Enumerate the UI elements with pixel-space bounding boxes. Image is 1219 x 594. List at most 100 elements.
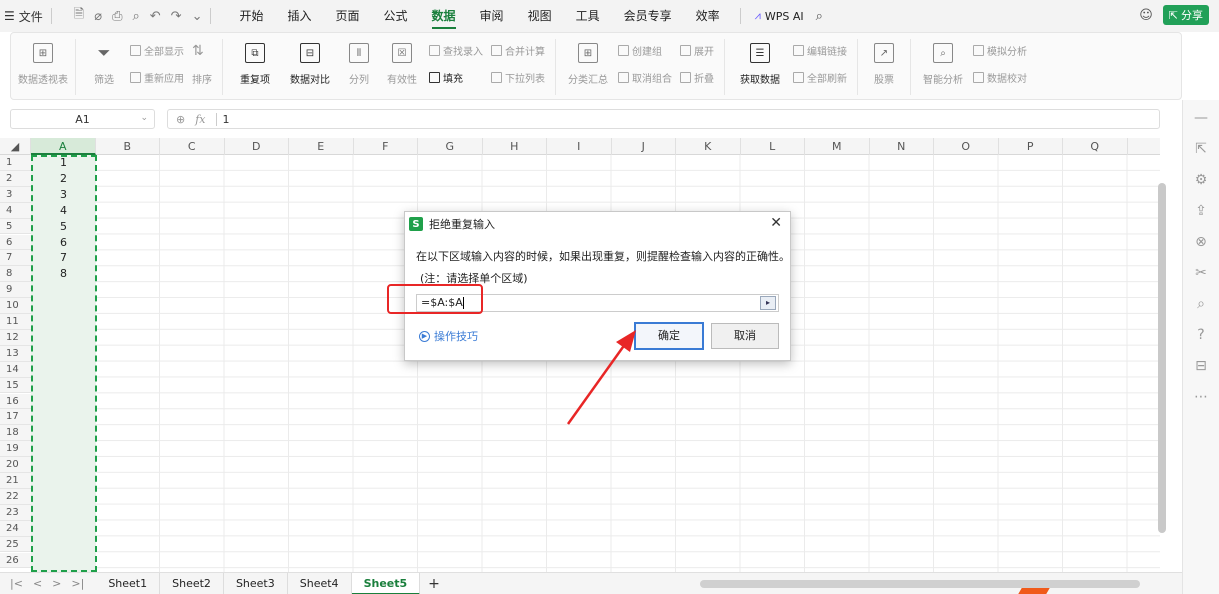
cell-a2[interactable]: 2 (31, 171, 96, 187)
stocks-button[interactable]: ↗ 股票 (864, 39, 904, 86)
close-icon[interactable]: ✕ (770, 215, 782, 231)
column-header-f[interactable]: F (354, 138, 418, 155)
tips-link[interactable]: ▶ 操作技巧 (419, 328, 478, 344)
column-header-a[interactable]: A (31, 138, 96, 155)
column-header-g[interactable]: G (418, 138, 483, 155)
range-input[interactable]: =$A:$A ▸ (416, 294, 779, 312)
row-header-23[interactable]: 23 (0, 504, 31, 521)
last-sheet-icon[interactable]: >| (71, 577, 84, 590)
zoom-icon[interactable]: ⊕ (176, 113, 185, 126)
settings-sliders-icon[interactable]: ⚙ (1195, 172, 1208, 188)
vertical-scrollbar[interactable] (1156, 155, 1168, 572)
row-header-18[interactable]: 18 (0, 425, 31, 442)
column-header-p[interactable]: P (999, 138, 1063, 155)
tab-efficiency[interactable]: 效率 (684, 0, 732, 32)
print-preview-icon[interactable]: ⌕ (132, 9, 139, 24)
expand-button[interactable]: 展开 (680, 43, 714, 58)
create-group-button[interactable]: 创建组 (618, 43, 672, 58)
next-sheet-icon[interactable]: > (52, 577, 61, 590)
print-icon[interactable]: ⎙ (112, 9, 122, 24)
cell-a5[interactable]: 5 (31, 219, 96, 235)
tab-home[interactable]: 开始 (227, 0, 275, 32)
column-header-j[interactable]: J (612, 138, 676, 155)
column-header-n[interactable]: N (870, 138, 934, 155)
cell-a8[interactable]: 8 (31, 266, 96, 282)
chevron-down-icon[interactable]: ⌄ (140, 113, 148, 123)
file-menu[interactable]: ☰ 文件 (0, 8, 43, 25)
get-data-button[interactable]: ☰ 获取数据 (731, 39, 789, 86)
cell-a4[interactable]: 4 (31, 203, 96, 219)
chevron-down-icon[interactable]: ⌄ (192, 9, 203, 24)
prev-sheet-icon[interactable]: < (33, 577, 42, 590)
search-panel-icon[interactable]: ⌕ (1197, 296, 1205, 312)
redo-icon[interactable]: ↷ (171, 9, 182, 24)
book-icon[interactable]: ⊟ (1195, 358, 1207, 374)
row-header-3[interactable]: 3 (0, 186, 31, 203)
row-header-7[interactable]: 7 (0, 250, 31, 267)
row-header-20[interactable]: 20 (0, 457, 31, 473)
row-header-8[interactable]: 8 (0, 266, 31, 283)
sort-icon[interactable]: ⇅ (192, 43, 212, 59)
row-header-9[interactable]: 9 (0, 282, 31, 299)
merge-calc-button[interactable]: 合并计算 (491, 43, 545, 58)
row-header-12[interactable]: 12 (0, 329, 31, 346)
validity-button[interactable]: ☒ 有效性 (379, 39, 425, 86)
dropdown-list-button[interactable]: 下拉列表 (491, 70, 545, 85)
sheet-tab-sheet1[interactable]: Sheet1 (96, 572, 161, 594)
range-picker-icon[interactable]: ▸ (760, 296, 776, 310)
ungroup-button[interactable]: 取消组合 (618, 70, 672, 85)
cell-a3[interactable]: 3 (31, 187, 96, 203)
cell-a1[interactable]: 1 (31, 155, 96, 171)
select-all-corner[interactable]: ◢ (0, 138, 31, 155)
row-header-10[interactable]: 10 (0, 298, 31, 314)
smart-analysis-button[interactable]: ⌕ 智能分析 (917, 39, 969, 86)
tools-icon[interactable]: ✂ (1195, 265, 1207, 281)
attachment-icon[interactable]: ⌀ (94, 9, 102, 24)
row-header-25[interactable]: 25 (0, 536, 31, 553)
edit-links-button[interactable]: 编辑链接 (793, 43, 847, 58)
sheet-tab-sheet4[interactable]: Sheet4 (288, 572, 352, 594)
column-header-q[interactable]: Q (1063, 138, 1128, 155)
filter-button[interactable]: ⏷ 筛选 (82, 39, 126, 86)
fill-button[interactable]: 填充 (429, 70, 483, 85)
share-button[interactable]: ⇱ 分享 (1162, 5, 1209, 25)
tab-tools[interactable]: 工具 (564, 0, 612, 32)
row-header-17[interactable]: 17 (0, 409, 31, 426)
collapse-button[interactable]: 折叠 (680, 70, 714, 85)
vertical-scroll-thumb[interactable] (1158, 183, 1166, 533)
horizontal-scroll-thumb[interactable] (700, 580, 1140, 588)
help-icon[interactable]: ? (1197, 327, 1204, 343)
row-header-16[interactable]: 16 (0, 393, 31, 410)
column-header-d[interactable]: D (225, 138, 289, 155)
cell-a7[interactable]: 7 (31, 250, 96, 266)
cursor-icon[interactable]: ⇱ (1195, 141, 1207, 157)
column-header-m[interactable]: M (805, 138, 870, 155)
add-sheet-icon[interactable]: + (428, 576, 440, 592)
data-check-button[interactable]: 数据校对 (973, 70, 1027, 85)
column-header-k[interactable]: K (676, 138, 741, 155)
undo-icon[interactable]: ↶ (150, 9, 161, 24)
split-column-button[interactable]: ⫴ 分列 (339, 39, 379, 86)
fx-icon[interactable]: fx (195, 113, 205, 126)
data-compare-button[interactable]: ⊟ 数据对比 (281, 39, 339, 86)
row-header-24[interactable]: 24 (0, 520, 31, 537)
tab-view[interactable]: 视图 (516, 0, 564, 32)
column-header-i[interactable]: I (547, 138, 612, 155)
ok-button[interactable]: 确定 (634, 322, 704, 350)
column-header-b[interactable]: B (96, 138, 160, 155)
tab-data[interactable]: 数据 (420, 0, 468, 32)
save-icon[interactable]: 🗎 (74, 5, 84, 27)
search-icon[interactable]: ⌕ (816, 9, 823, 24)
show-all-button[interactable]: 全部显示 (130, 43, 184, 58)
tab-review[interactable]: 审阅 (468, 0, 516, 32)
row-header-13[interactable]: 13 (0, 345, 31, 362)
sheet-tab-sheet5[interactable]: Sheet5 (351, 572, 421, 594)
reapply-button[interactable]: 重新应用 (130, 70, 184, 85)
cloud-status-icon[interactable]: ☺ (1139, 8, 1153, 23)
sheet-tab-sheet3[interactable]: Sheet3 (224, 572, 288, 594)
row-header-26[interactable]: 26 (0, 552, 31, 569)
tab-formulas[interactable]: 公式 (372, 0, 420, 32)
minimize-icon[interactable]: — (1194, 110, 1208, 126)
subtotal-button[interactable]: ⊞ 分类汇总 (562, 39, 614, 86)
tab-member[interactable]: 会员专享 (612, 0, 684, 32)
